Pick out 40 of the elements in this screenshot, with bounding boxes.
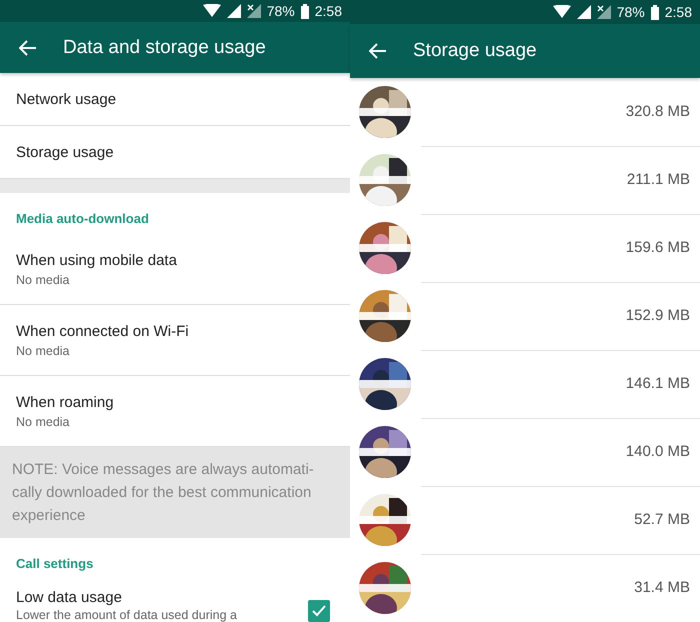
clock: 2:58 <box>664 4 692 20</box>
storage-size: 31.4 MB <box>634 579 690 596</box>
wifi-icon <box>552 5 571 19</box>
no-signal-icon <box>596 5 611 19</box>
screen-title: Data and storage usage <box>63 36 266 59</box>
back-icon[interactable] <box>19 40 37 56</box>
checkbox[interactable] <box>308 600 330 622</box>
setting-item[interactable]: When connected on Wi-Fi No media <box>0 305 350 376</box>
signal-icon <box>226 4 241 18</box>
setting-value: No media <box>16 344 70 358</box>
signal-icon <box>576 5 591 19</box>
menu-item[interactable]: Network usage <box>0 73 350 126</box>
check-icon <box>312 605 326 617</box>
setting-value: No media <box>16 272 70 286</box>
setting-label: When using mobile data <box>16 252 178 268</box>
setting-label: Low data usage <box>16 589 123 606</box>
battery-percent: 78% <box>266 3 295 20</box>
setting-label: When roaming <box>16 394 115 410</box>
setting-label: When connected on Wi-Fi <box>16 322 190 340</box>
no-signal-icon <box>246 4 261 18</box>
screen-title: Storage usage <box>413 40 537 62</box>
back-icon[interactable] <box>369 43 387 59</box>
storage-size: 211.1 MB <box>626 171 690 188</box>
battery-percent: 78% <box>616 4 645 20</box>
storage-size: 52.7 MB <box>634 511 690 528</box>
storage-size: 140.0 MB <box>626 443 690 460</box>
storage-size: 152.9 MB <box>626 307 690 324</box>
storage-size: 146.1 MB <box>626 375 690 392</box>
setting-item[interactable]: When using mobile data No media <box>0 234 350 305</box>
setting-description: Lower the amount of data used during a <box>16 608 238 622</box>
battery-icon <box>300 4 309 19</box>
storage-size: 159.6 MB <box>626 239 690 256</box>
note-text: NOTE: Voice messages are always automati-cally downloaded for the best communication experience <box>12 461 314 524</box>
wifi-icon <box>202 4 221 18</box>
battery-icon <box>650 4 659 20</box>
section-header: Media auto-download <box>16 211 149 226</box>
setting-value: No media <box>16 414 70 428</box>
clock: 2:58 <box>314 3 342 20</box>
section-header: Call settings <box>16 556 94 571</box>
storage-size: 320.8 MB <box>626 103 690 120</box>
